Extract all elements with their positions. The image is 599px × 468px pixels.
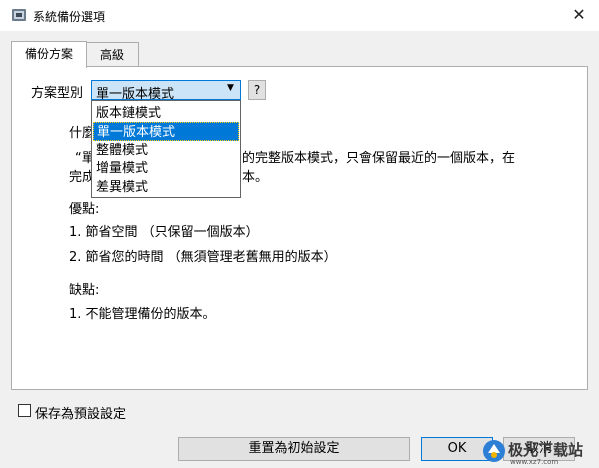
app-icon: [12, 9, 26, 21]
dropdown-option-full[interactable]: 整體模式: [93, 141, 239, 160]
close-button[interactable]: ✕: [566, 3, 592, 27]
help-button[interactable]: ?: [248, 80, 266, 100]
tab-backup-scheme[interactable]: 備份方案: [11, 41, 87, 68]
watermark-url: www.xz7.com: [510, 458, 559, 466]
dropdown-option-differential[interactable]: 差異模式: [93, 178, 239, 197]
close-icon: ✕: [572, 5, 586, 24]
dropdown-option-single-version[interactable]: 單一版本模式: [93, 122, 239, 141]
scheme-type-label: 方案型別: [31, 86, 84, 101]
pros-item-2: 2. 節省您的時間 （無須管理老舊無用的版本）: [69, 250, 337, 265]
watermark-logo-icon: [483, 440, 505, 462]
pros-item-1: 1. 節省空間 （只保留一個版本）: [69, 225, 259, 240]
dropdown-option-version-chain[interactable]: 版本鏈模式: [93, 104, 239, 123]
scheme-type-dropdown: 版本鏈模式 單一版本模式 整體模式 增量模式 差異模式: [91, 100, 241, 198]
window-title: 系統備份選項: [33, 10, 106, 24]
save-default-label: 保存為預設設定: [35, 407, 127, 422]
dropdown-option-incremental[interactable]: 增量模式: [93, 159, 239, 178]
chevron-down-icon: ▼: [227, 83, 234, 93]
description-line1-end: 的完整版本模式，只會保留最近的一個版本，在: [242, 151, 516, 166]
save-default-checkbox[interactable]: [18, 404, 31, 417]
scheme-type-select[interactable]: 單一版本模式 ▼: [91, 80, 241, 102]
description-line2-end: 本。: [242, 170, 269, 185]
cons-item-1: 1. 不能管理備份的版本。: [69, 307, 216, 322]
watermark-text: 极光下载站: [508, 441, 584, 459]
cons-label: 缺點:: [69, 283, 100, 298]
tab-advanced[interactable]: 高級: [85, 42, 139, 67]
title-bar: 系統備份選項 ✕: [0, 0, 599, 31]
reset-defaults-button[interactable]: 重置為初始設定: [178, 437, 410, 461]
pros-label: 優點:: [69, 202, 100, 217]
